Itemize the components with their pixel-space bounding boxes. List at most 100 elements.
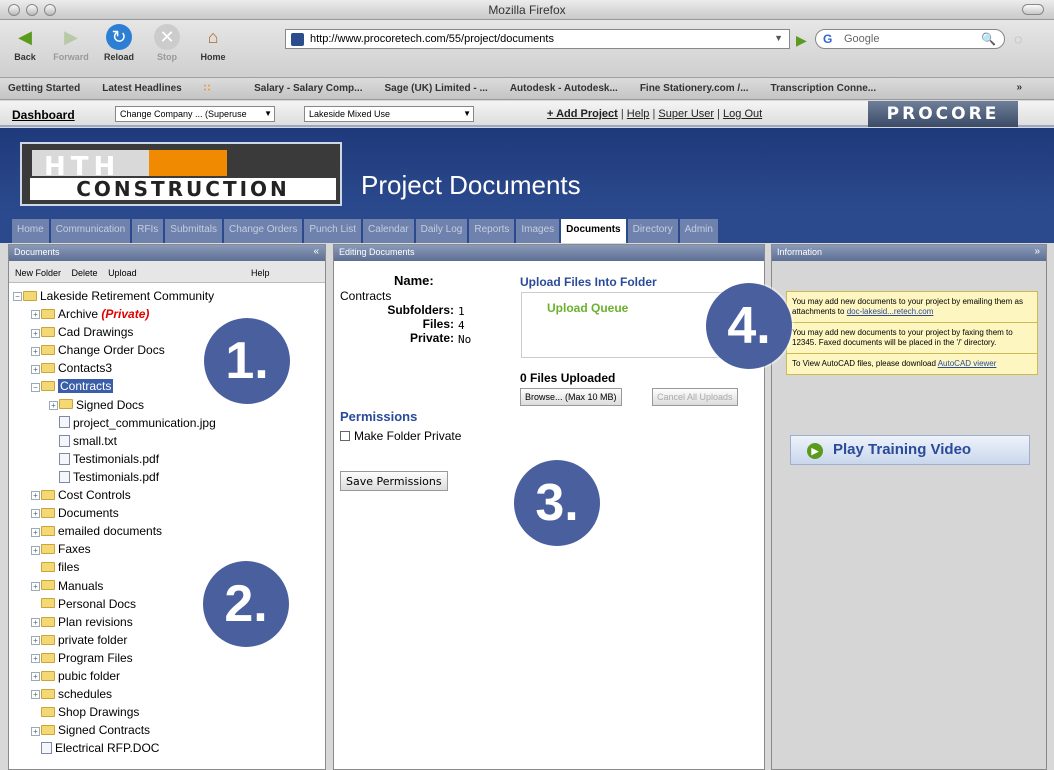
tree-item[interactable]: + Documents [13,504,325,522]
url-bar[interactable]: http://www.procoretech.com/55/project/do… [285,29,790,49]
play-icon: ▶ [807,443,823,459]
help-button[interactable]: Help [251,268,270,278]
expand-icon[interactable]: + [31,618,40,628]
back-button[interactable]: ◀ Back [2,24,48,62]
add-project-link[interactable]: + Add Project [547,108,618,120]
collapse-panel-icon[interactable]: » [1034,246,1040,257]
company-select[interactable]: Change Company ... (Superuse ▼ [115,106,275,122]
tree-item[interactable]: project_communication.jpg [13,414,325,432]
make-private-checkbox[interactable]: Make Folder Private [340,429,461,443]
autocad-viewer-link[interactable]: AutoCAD viewer [938,359,997,368]
bookmarks-overflow-button[interactable]: » [1016,82,1022,93]
play-training-video-button[interactable]: ▶ Play Training Video [790,435,1030,465]
project-select[interactable]: Lakeside Mixed Use ▼ [304,106,474,122]
bookmark-item[interactable]: Latest Headlines ∷ [102,83,232,94]
tree-item[interactable]: small.txt [13,432,325,450]
expand-icon[interactable]: + [31,364,40,374]
procore-logo: PROCORE [868,101,1018,127]
toolbar-toggle-button[interactable] [1022,4,1044,15]
folder-icon [41,706,55,717]
home-button[interactable]: ⌂ Home [190,24,236,62]
url-history-dropdown-icon[interactable]: ▼ [774,33,783,43]
tree-item[interactable]: + pubic folder [13,667,325,685]
tab-rfis[interactable]: RFIs [132,219,164,243]
tab-images[interactable]: Images [516,219,560,243]
tab-submittals[interactable]: Submittals [165,219,222,243]
bookmark-item[interactable]: Transcription Conne... [771,83,877,94]
forward-button[interactable]: ▶ Forward [48,24,94,62]
expand-icon[interactable]: + [31,491,40,501]
search-box[interactable]: G Google 🔍 [815,29,1005,49]
expand-icon[interactable]: + [31,509,40,519]
expand-icon[interactable]: + [31,545,40,555]
tab-documents[interactable]: Documents [561,219,626,243]
search-icon[interactable]: 🔍 [981,32,996,46]
reload-button[interactable]: ↻ Reload [96,24,142,62]
tab-communication[interactable]: Communication [50,219,131,243]
super-user-link[interactable]: Super User [658,108,714,120]
bookmark-item[interactable]: Fine Stationery.com /... [640,83,749,94]
tree-item[interactable]: + schedules [13,685,325,703]
expand-icon[interactable]: + [31,636,40,646]
collapse-panel-icon[interactable]: « [313,246,319,257]
expand-icon[interactable]: + [31,310,40,320]
help-link[interactable]: Help [627,108,650,120]
tree-item[interactable]: + Archive (Private) [13,305,325,323]
tab-calendar[interactable]: Calendar [363,219,414,243]
expand-icon[interactable]: + [49,400,58,410]
tree-item[interactable]: Testimonials.pdf [13,468,325,486]
tree-root[interactable]: − Lakeside Retirement Community [13,287,325,305]
tree-item[interactable]: + Cost Controls [13,486,325,504]
bookmark-item[interactable]: Autodesk - Autodesk... [510,83,618,94]
new-folder-button[interactable]: New Folder [15,268,61,278]
expand-icon[interactable]: + [31,726,40,736]
delete-button[interactable]: Delete [72,268,98,278]
folder-icon [41,725,55,736]
email-address-link[interactable]: doc-lakesid...retech.com [847,307,934,316]
tab-directory[interactable]: Directory [627,219,678,243]
folder-icon [41,544,55,555]
expand-icon[interactable]: + [31,581,40,591]
collapse-icon[interactable]: − [31,382,40,392]
dashboard-link[interactable]: Dashboard [12,108,75,122]
tab-home[interactable]: Home [12,219,49,243]
callout-badge-3: 3. [514,460,600,546]
log-out-link[interactable]: Log Out [723,108,762,120]
folder-name: Contracts [340,289,392,303]
tree-item[interactable]: + Faxes [13,540,325,558]
tree-item[interactable]: + Signed Docs [13,396,325,414]
go-button-icon[interactable]: ▶ [796,32,807,49]
window-title: Mozilla Firefox [488,3,566,17]
collapse-icon[interactable]: − [13,292,22,302]
tree-item[interactable]: Electrical RFP.DOC [13,739,325,757]
tree-item[interactable]: files [13,558,325,576]
tree-item[interactable]: + Program Files [13,649,325,667]
checkbox-icon[interactable] [340,430,350,441]
bookmark-item[interactable]: Salary - Salary Comp... [254,83,362,94]
expand-icon[interactable]: + [31,654,40,664]
cancel-uploads-button[interactable]: Cancel All Uploads [652,388,738,406]
upload-button[interactable]: Upload [108,268,137,278]
tree-item[interactable]: + emailed documents [13,522,325,540]
tab-daily-log[interactable]: Daily Log [415,219,468,243]
save-permissions-button[interactable]: Save Permissions [340,471,448,491]
tree-item[interactable]: Shop Drawings [13,703,325,721]
expand-icon[interactable]: + [31,672,40,682]
tab-admin[interactable]: Admin [679,219,718,243]
tab-punch-list[interactable]: Punch List [304,219,362,243]
stop-button[interactable]: ✕ Stop [144,24,190,62]
documents-panel: Documents « New Folder Delete Upload Hel… [8,244,326,770]
expand-icon[interactable]: + [31,328,40,338]
bookmark-item[interactable]: Getting Started [8,83,80,94]
expand-icon[interactable]: + [31,690,40,700]
bookmark-item[interactable]: Sage (UK) Limited - ... [384,83,487,94]
tree-item[interactable]: + Signed Contracts [13,721,325,739]
browse-button[interactable]: Browse... (Max 10 MB) [520,388,622,406]
tab-reports[interactable]: Reports [469,219,515,243]
expand-icon[interactable]: + [31,346,40,356]
tab-change-orders[interactable]: Change Orders [223,219,303,243]
tree-item[interactable]: + private folder [13,631,325,649]
expand-icon[interactable]: + [31,527,40,537]
tree-item[interactable]: Testimonials.pdf [13,450,325,468]
info-box: You may add new documents to your projec… [786,291,1038,375]
